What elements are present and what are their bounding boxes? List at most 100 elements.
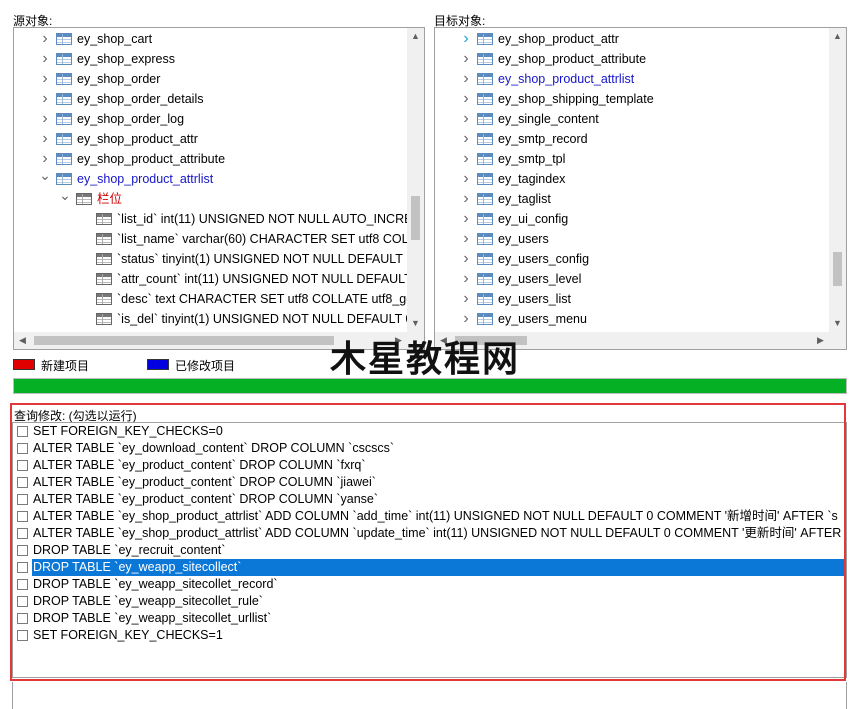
source-tree-rows: › ey_shop_cart › ey_shop_express › ey_shop_or…	[14, 29, 407, 332]
tree-row[interactable]: › ey_shop_product_attribute	[14, 149, 407, 169]
table-icon	[56, 133, 72, 145]
tree-row[interactable]: › ey_single_content	[435, 109, 829, 129]
chevron-right-icon[interactable]: ›	[460, 149, 472, 169]
query-item[interactable]: ALTER TABLE `ey_product_content` DROP CO…	[13, 457, 846, 474]
chevron-right-icon[interactable]: ›	[39, 69, 51, 89]
query-item[interactable]: DROP TABLE `ey_weapp_sitecollet_record`	[13, 576, 846, 593]
query-item-checkbox[interactable]	[17, 562, 28, 573]
chevron-right-icon[interactable]: ›	[460, 29, 472, 49]
chevron-right-icon[interactable]: ›	[460, 89, 472, 109]
scroll-down-arrow-icon[interactable]: ▼	[829, 315, 846, 332]
query-item-checkbox[interactable]	[17, 596, 28, 607]
tree-row[interactable]: › ey_users_config	[435, 249, 829, 269]
tree-row[interactable]: › ey_tagindex	[435, 169, 829, 189]
scroll-left-arrow-icon[interactable]: ◀	[14, 332, 31, 349]
query-item[interactable]: ALTER TABLE `ey_download_content` DROP C…	[13, 440, 846, 457]
query-item-checkbox[interactable]	[17, 630, 28, 641]
query-item-checkbox[interactable]	[17, 426, 28, 437]
tree-row[interactable]: `is_del` tinyint(1) UNSIGNED NOT NULL DE…	[14, 309, 407, 329]
query-item[interactable]: DROP TABLE `ey_weapp_sitecollect`	[13, 559, 846, 576]
query-item-checkbox[interactable]	[17, 545, 28, 556]
tree-row[interactable]: › ey_smtp_record	[435, 129, 829, 149]
chevron-right-icon[interactable]: ›	[460, 249, 472, 269]
query-modifications-list[interactable]: SET FOREIGN_KEY_CHECKS=0 ALTER TABLE `ey_…	[12, 422, 847, 678]
tree-row[interactable]: › ey_users_level	[435, 269, 829, 289]
scroll-thumb[interactable]	[34, 336, 334, 345]
tree-row[interactable]: `desc` text CHARACTER SET utf8 COLLATE u…	[14, 289, 407, 309]
tree-row[interactable]: › ey_shop_order	[14, 69, 407, 89]
chevron-down-icon[interactable]: ⌄	[59, 185, 71, 205]
query-item-checkbox[interactable]	[17, 528, 28, 539]
source-vertical-scrollbar[interactable]: ▲ ▼	[407, 28, 424, 332]
query-item[interactable]: ALTER TABLE `ey_product_content` DROP CO…	[13, 491, 846, 508]
query-item[interactable]: ALTER TABLE `ey_shop_product_attrlist` A…	[13, 508, 846, 525]
query-item-checkbox[interactable]	[17, 460, 28, 471]
chevron-right-icon[interactable]: ›	[460, 69, 472, 89]
chevron-right-icon[interactable]: ›	[460, 129, 472, 149]
scrollbar-corner	[829, 332, 846, 349]
tree-row[interactable]: › ey_shop_order_details	[14, 89, 407, 109]
chevron-right-icon[interactable]: ›	[39, 49, 51, 69]
query-item[interactable]: SET FOREIGN_KEY_CHECKS=1	[13, 627, 846, 644]
chevron-right-icon[interactable]: ›	[460, 309, 472, 329]
tree-row[interactable]: › ey_shop_product_attr	[435, 29, 829, 49]
query-item-checkbox[interactable]	[17, 494, 28, 505]
tree-row[interactable]: `attr_count` int(11) UNSIGNED NOT NULL D…	[14, 269, 407, 289]
chevron-right-icon[interactable]: ›	[460, 229, 472, 249]
target-vertical-scrollbar[interactable]: ▲ ▼	[829, 28, 846, 332]
query-item-checkbox[interactable]	[17, 511, 28, 522]
scroll-thumb[interactable]	[833, 252, 842, 286]
query-item-checkbox[interactable]	[17, 579, 28, 590]
query-item-checkbox[interactable]	[17, 477, 28, 488]
tree-row[interactable]: `status` tinyint(1) UNSIGNED NOT NULL DE…	[14, 249, 407, 269]
chevron-right-icon[interactable]: ›	[39, 129, 51, 149]
chevron-right-icon[interactable]: ›	[460, 189, 472, 209]
tree-row[interactable]: › ey_shop_cart	[14, 29, 407, 49]
tree-row[interactable]: ⌄ ey_shop_product_attrlist	[14, 167, 407, 189]
chevron-down-icon[interactable]: ⌄	[39, 165, 51, 185]
tree-row[interactable]: › ey_shop_product_attribute	[435, 49, 829, 69]
scroll-up-arrow-icon[interactable]: ▲	[407, 28, 424, 45]
tree-row[interactable]: › ey_users	[435, 229, 829, 249]
query-item[interactable]: ALTER TABLE `ey_shop_product_attrlist` A…	[13, 525, 846, 542]
tree-row[interactable]: › ey_smtp_tpl	[435, 149, 829, 169]
scroll-right-arrow-icon[interactable]: ▶	[812, 332, 829, 349]
tree-row[interactable]: `list_id` int(11) UNSIGNED NOT NULL AUTO…	[14, 209, 407, 229]
tree-row[interactable]: › ey_shop_order_log	[14, 109, 407, 129]
scroll-up-arrow-icon[interactable]: ▲	[829, 28, 846, 45]
query-item-checkbox[interactable]	[17, 613, 28, 624]
query-item[interactable]: DROP TABLE `ey_recruit_content`	[13, 542, 846, 559]
tree-row[interactable]: › ey_shop_express	[14, 49, 407, 69]
tree-row[interactable]: › ey_users_list	[435, 289, 829, 309]
chevron-right-icon[interactable]: ›	[460, 49, 472, 69]
tree-row[interactable]: ⌄ 栏位	[14, 187, 407, 209]
query-item[interactable]: DROP TABLE `ey_weapp_sitecollet_urllist`	[13, 610, 846, 627]
tree-row-label: ey_shop_product_attribute	[498, 52, 647, 66]
chevron-right-icon[interactable]: ›	[460, 289, 472, 309]
chevron-right-icon[interactable]: ›	[460, 109, 472, 129]
query-item[interactable]: ALTER TABLE `ey_product_content` DROP CO…	[13, 474, 846, 491]
query-item[interactable]: SET FOREIGN_KEY_CHECKS=0	[13, 423, 846, 440]
chevron-right-icon[interactable]: ›	[39, 29, 51, 49]
source-tree[interactable]: › ey_shop_cart › ey_shop_express › ey_shop_or…	[13, 27, 425, 350]
chevron-right-icon[interactable]: ›	[460, 269, 472, 289]
tree-row[interactable]: › ey_users_menu	[435, 309, 829, 329]
query-item-checkbox[interactable]	[17, 443, 28, 454]
chevron-right-icon[interactable]: ›	[460, 169, 472, 189]
tree-row[interactable]: › ey_shop_shipping_template	[435, 89, 829, 109]
tree-row[interactable]: › ey_taglist	[435, 189, 829, 209]
query-item[interactable]: DROP TABLE `ey_weapp_sitecollet_rule`	[13, 593, 846, 610]
tree-row[interactable]: › ey_ui_config	[435, 209, 829, 229]
tree-row-label: ey_tagindex	[498, 172, 566, 186]
tree-row[interactable]: `list_name` varchar(60) CHARACTER SET ut…	[14, 229, 407, 249]
chevron-right-icon[interactable]: ›	[460, 209, 472, 229]
tree-row[interactable]: › ey_shop_product_attrlist	[435, 69, 829, 89]
tree-row[interactable]: › ey_shop_product_attr	[14, 129, 407, 149]
chevron-right-icon[interactable]: ›	[39, 109, 51, 129]
tree-row-label: `list_name` varchar(60) CHARACTER SET ut…	[117, 232, 407, 246]
modified-item-color-swatch	[147, 359, 169, 370]
scroll-thumb[interactable]	[411, 196, 420, 240]
tree-row-label: `attr_count` int(11) UNSIGNED NOT NULL D…	[117, 272, 407, 286]
target-tree[interactable]: › ey_shop_product_attr › ey_shop_product_at…	[434, 27, 847, 350]
chevron-right-icon[interactable]: ›	[39, 89, 51, 109]
